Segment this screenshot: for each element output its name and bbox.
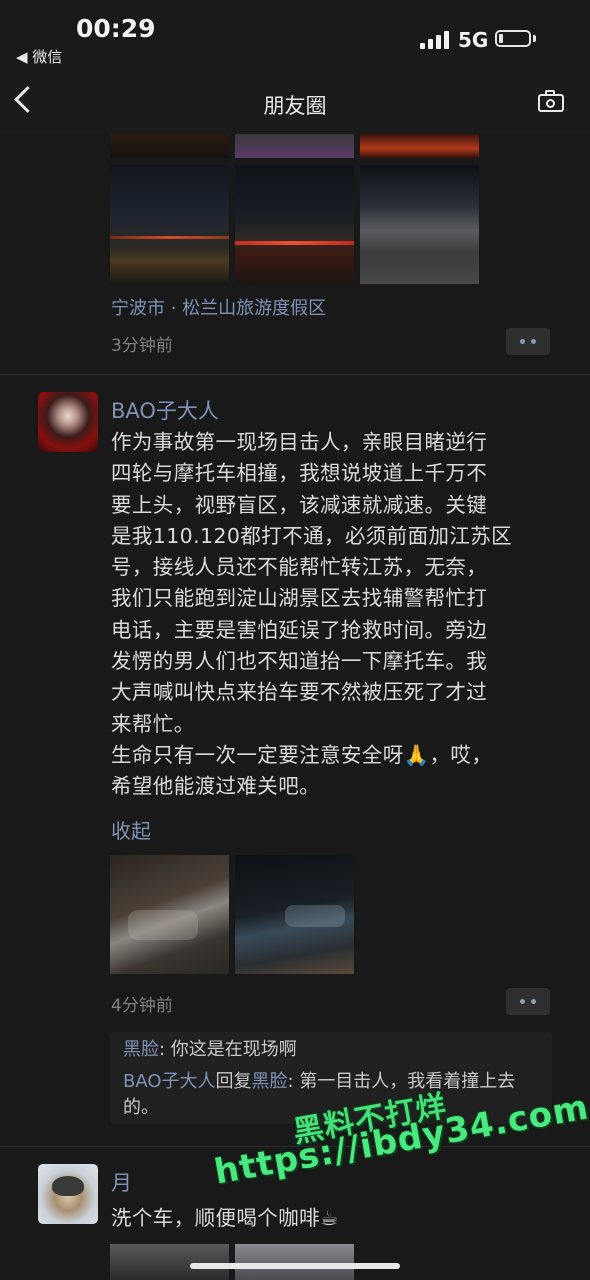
more-actions-button[interactable] [506, 988, 550, 1015]
camera-icon[interactable] [538, 94, 564, 112]
comment-separator: : [159, 1039, 171, 1060]
post-divider [0, 374, 590, 375]
post-photo[interactable] [235, 165, 354, 284]
comment-author[interactable]: 黑脸 [123, 1039, 159, 1060]
cellular-signal-icon [420, 31, 450, 49]
comment-author[interactable]: BAO子大人 [123, 1071, 216, 1092]
post-photo[interactable] [110, 134, 229, 158]
page-title: 朋友圈 [263, 94, 327, 118]
post-author[interactable]: BAO子大人 [111, 395, 219, 425]
post-photo[interactable] [360, 165, 479, 284]
post-author[interactable]: 月 [111, 1167, 132, 1197]
avatar[interactable] [38, 1164, 98, 1224]
avatar[interactable] [38, 392, 98, 452]
post-photo[interactable] [235, 134, 354, 158]
post-text: 洗个车，顺便喝个咖啡☕ [111, 1206, 339, 1230]
status-time: 00:29 [76, 14, 156, 43]
battery-icon [495, 30, 531, 47]
comment-text: 你这是在现场啊 [170, 1039, 297, 1060]
collapse-link[interactable]: 收起 [111, 815, 151, 844]
network-type: 5G [458, 28, 489, 52]
post-location[interactable]: 宁波市 · 松兰山旅游度假区 [111, 294, 326, 320]
reply-word: 回复 [215, 1071, 252, 1092]
post-photo[interactable] [110, 1244, 229, 1280]
more-actions-button[interactable] [506, 328, 550, 355]
post-photo[interactable] [235, 1244, 354, 1280]
post-time: 4分钟前 [111, 996, 173, 1016]
post-time: 3分钟前 [111, 336, 173, 356]
battery-tip [533, 35, 536, 42]
back-to-app-link[interactable]: ◀ 微信 [16, 46, 62, 67]
reply-target[interactable]: 黑脸 [252, 1071, 288, 1092]
post-photo[interactable] [110, 165, 229, 284]
comment-item[interactable]: 黑脸: 你这是在现场啊 [123, 1037, 543, 1063]
post-photo[interactable] [110, 855, 229, 974]
comment-separator: : [287, 1071, 300, 1092]
post-text: 作为事故第一现场目击人，亲眼目睹逆行 四轮与摩托车相撞，我想说坡道上千万不 要上… [111, 430, 513, 799]
home-indicator[interactable] [190, 1263, 400, 1269]
post-photo[interactable] [235, 855, 354, 974]
post-photo[interactable] [360, 134, 479, 158]
